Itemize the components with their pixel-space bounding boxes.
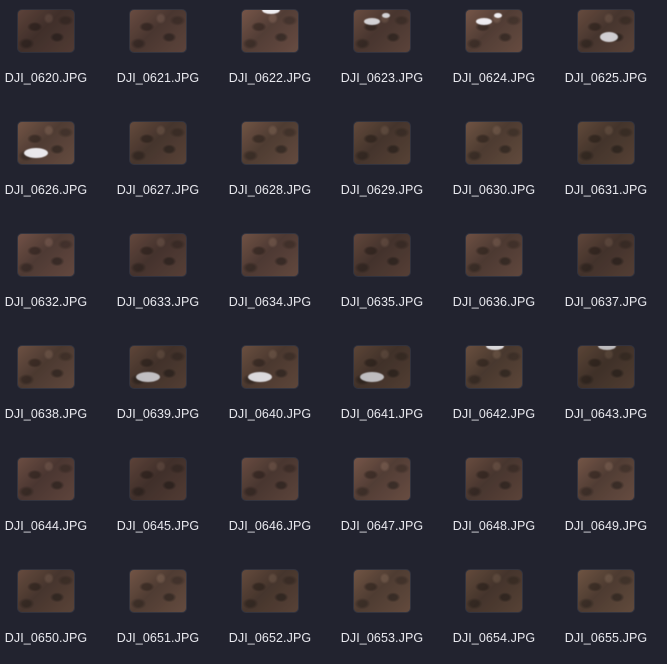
file-item[interactable]: DJI_0620.JPG [0, 10, 90, 110]
file-item[interactable]: DJI_0629.JPG [326, 122, 426, 222]
image-thumbnail[interactable] [466, 570, 522, 612]
image-thumbnail[interactable] [18, 458, 74, 500]
file-item[interactable]: DJI_0625.JPG [550, 10, 650, 110]
image-thumbnail[interactable] [18, 570, 74, 612]
image-thumbnail[interactable] [354, 458, 410, 500]
file-item[interactable]: DJI_0647.JPG [326, 458, 426, 558]
file-item[interactable]: DJI_0655.JPG [550, 570, 650, 664]
image-thumbnail[interactable] [18, 346, 74, 388]
file-name-label: DJI_0637.JPG [564, 295, 648, 309]
image-thumbnail[interactable] [130, 570, 186, 612]
file-item[interactable]: DJI_0635.JPG [326, 234, 426, 334]
image-thumbnail[interactable] [466, 458, 522, 500]
image-thumbnail[interactable] [242, 122, 298, 164]
file-item[interactable]: DJI_0628.JPG [214, 122, 314, 222]
file-item[interactable]: DJI_0637.JPG [550, 234, 650, 334]
file-item[interactable]: DJI_0630.JPG [438, 122, 538, 222]
image-thumbnail[interactable] [242, 234, 298, 276]
file-item[interactable]: DJI_0648.JPG [438, 458, 538, 558]
file-item[interactable]: DJI_0652.JPG [214, 570, 314, 664]
image-thumbnail[interactable] [130, 234, 186, 276]
file-name-label: DJI_0649.JPG [564, 519, 648, 533]
file-item[interactable]: DJI_0644.JPG [0, 458, 90, 558]
file-item[interactable]: DJI_0638.JPG [0, 346, 90, 446]
file-item[interactable]: DJI_0650.JPG [0, 570, 90, 664]
file-item[interactable]: DJI_0627.JPG [102, 122, 202, 222]
image-thumbnail[interactable] [466, 122, 522, 164]
file-item[interactable]: DJI_0649.JPG [550, 458, 650, 558]
file-item[interactable]: DJI_0653.JPG [326, 570, 426, 664]
image-thumbnail[interactable] [130, 122, 186, 164]
file-item[interactable]: DJI_0621.JPG [102, 10, 202, 110]
file-item[interactable]: DJI_0654.JPG [438, 570, 538, 664]
file-item[interactable]: DJI_0641.JPG [326, 346, 426, 446]
image-thumbnail[interactable] [466, 10, 522, 52]
file-item[interactable]: DJI_0623.JPG [326, 10, 426, 110]
file-item[interactable]: DJI_0642.JPG [438, 346, 538, 446]
file-name-label: DJI_0655.JPG [564, 631, 648, 645]
file-item[interactable]: DJI_0626.JPG [0, 122, 90, 222]
image-thumbnail[interactable] [354, 570, 410, 612]
file-item[interactable]: DJI_0632.JPG [0, 234, 90, 334]
image-thumbnail[interactable] [242, 346, 298, 388]
file-item[interactable]: DJI_0645.JPG [102, 458, 202, 558]
image-thumbnail[interactable] [354, 234, 410, 276]
image-thumbnail[interactable] [354, 122, 410, 164]
file-name-label: DJI_0631.JPG [564, 183, 648, 197]
file-item[interactable]: DJI_0640.JPG [214, 346, 314, 446]
image-thumbnail[interactable] [242, 10, 298, 52]
file-item[interactable]: DJI_0631.JPG [550, 122, 650, 222]
file-item[interactable]: DJI_0633.JPG [102, 234, 202, 334]
file-name-label: DJI_0643.JPG [564, 407, 648, 421]
image-thumbnail[interactable] [130, 458, 186, 500]
file-item[interactable]: DJI_0639.JPG [102, 346, 202, 446]
file-name-label: DJI_0625.JPG [564, 71, 648, 85]
image-thumbnail[interactable] [466, 346, 522, 388]
image-thumbnail[interactable] [578, 570, 634, 612]
image-thumbnail[interactable] [130, 10, 186, 52]
file-item[interactable]: DJI_0622.JPG [214, 10, 314, 110]
image-thumbnail[interactable] [466, 234, 522, 276]
file-item[interactable]: DJI_0646.JPG [214, 458, 314, 558]
image-thumbnail[interactable] [18, 234, 74, 276]
image-thumbnail[interactable] [354, 346, 410, 388]
image-thumbnail[interactable] [242, 458, 298, 500]
image-thumbnail[interactable] [578, 458, 634, 500]
file-item[interactable]: DJI_0636.JPG [438, 234, 538, 334]
image-thumbnail[interactable] [354, 10, 410, 52]
file-item[interactable]: DJI_0624.JPG [438, 10, 538, 110]
file-item[interactable]: DJI_0634.JPG [214, 234, 314, 334]
image-thumbnail[interactable] [578, 234, 634, 276]
image-thumbnail[interactable] [18, 122, 74, 164]
file-item[interactable]: DJI_0651.JPG [102, 570, 202, 664]
image-thumbnail[interactable] [242, 570, 298, 612]
image-thumbnail[interactable] [18, 10, 74, 52]
file-icon-grid: DJI_0620.JPG DJI_0621.JPG DJI_0622.JPG DJI_… [0, 0, 667, 664]
image-thumbnail[interactable] [578, 10, 634, 52]
image-thumbnail[interactable] [130, 346, 186, 388]
file-item[interactable]: DJI_0643.JPG [550, 346, 650, 446]
image-thumbnail[interactable] [578, 346, 634, 388]
image-thumbnail[interactable] [578, 122, 634, 164]
